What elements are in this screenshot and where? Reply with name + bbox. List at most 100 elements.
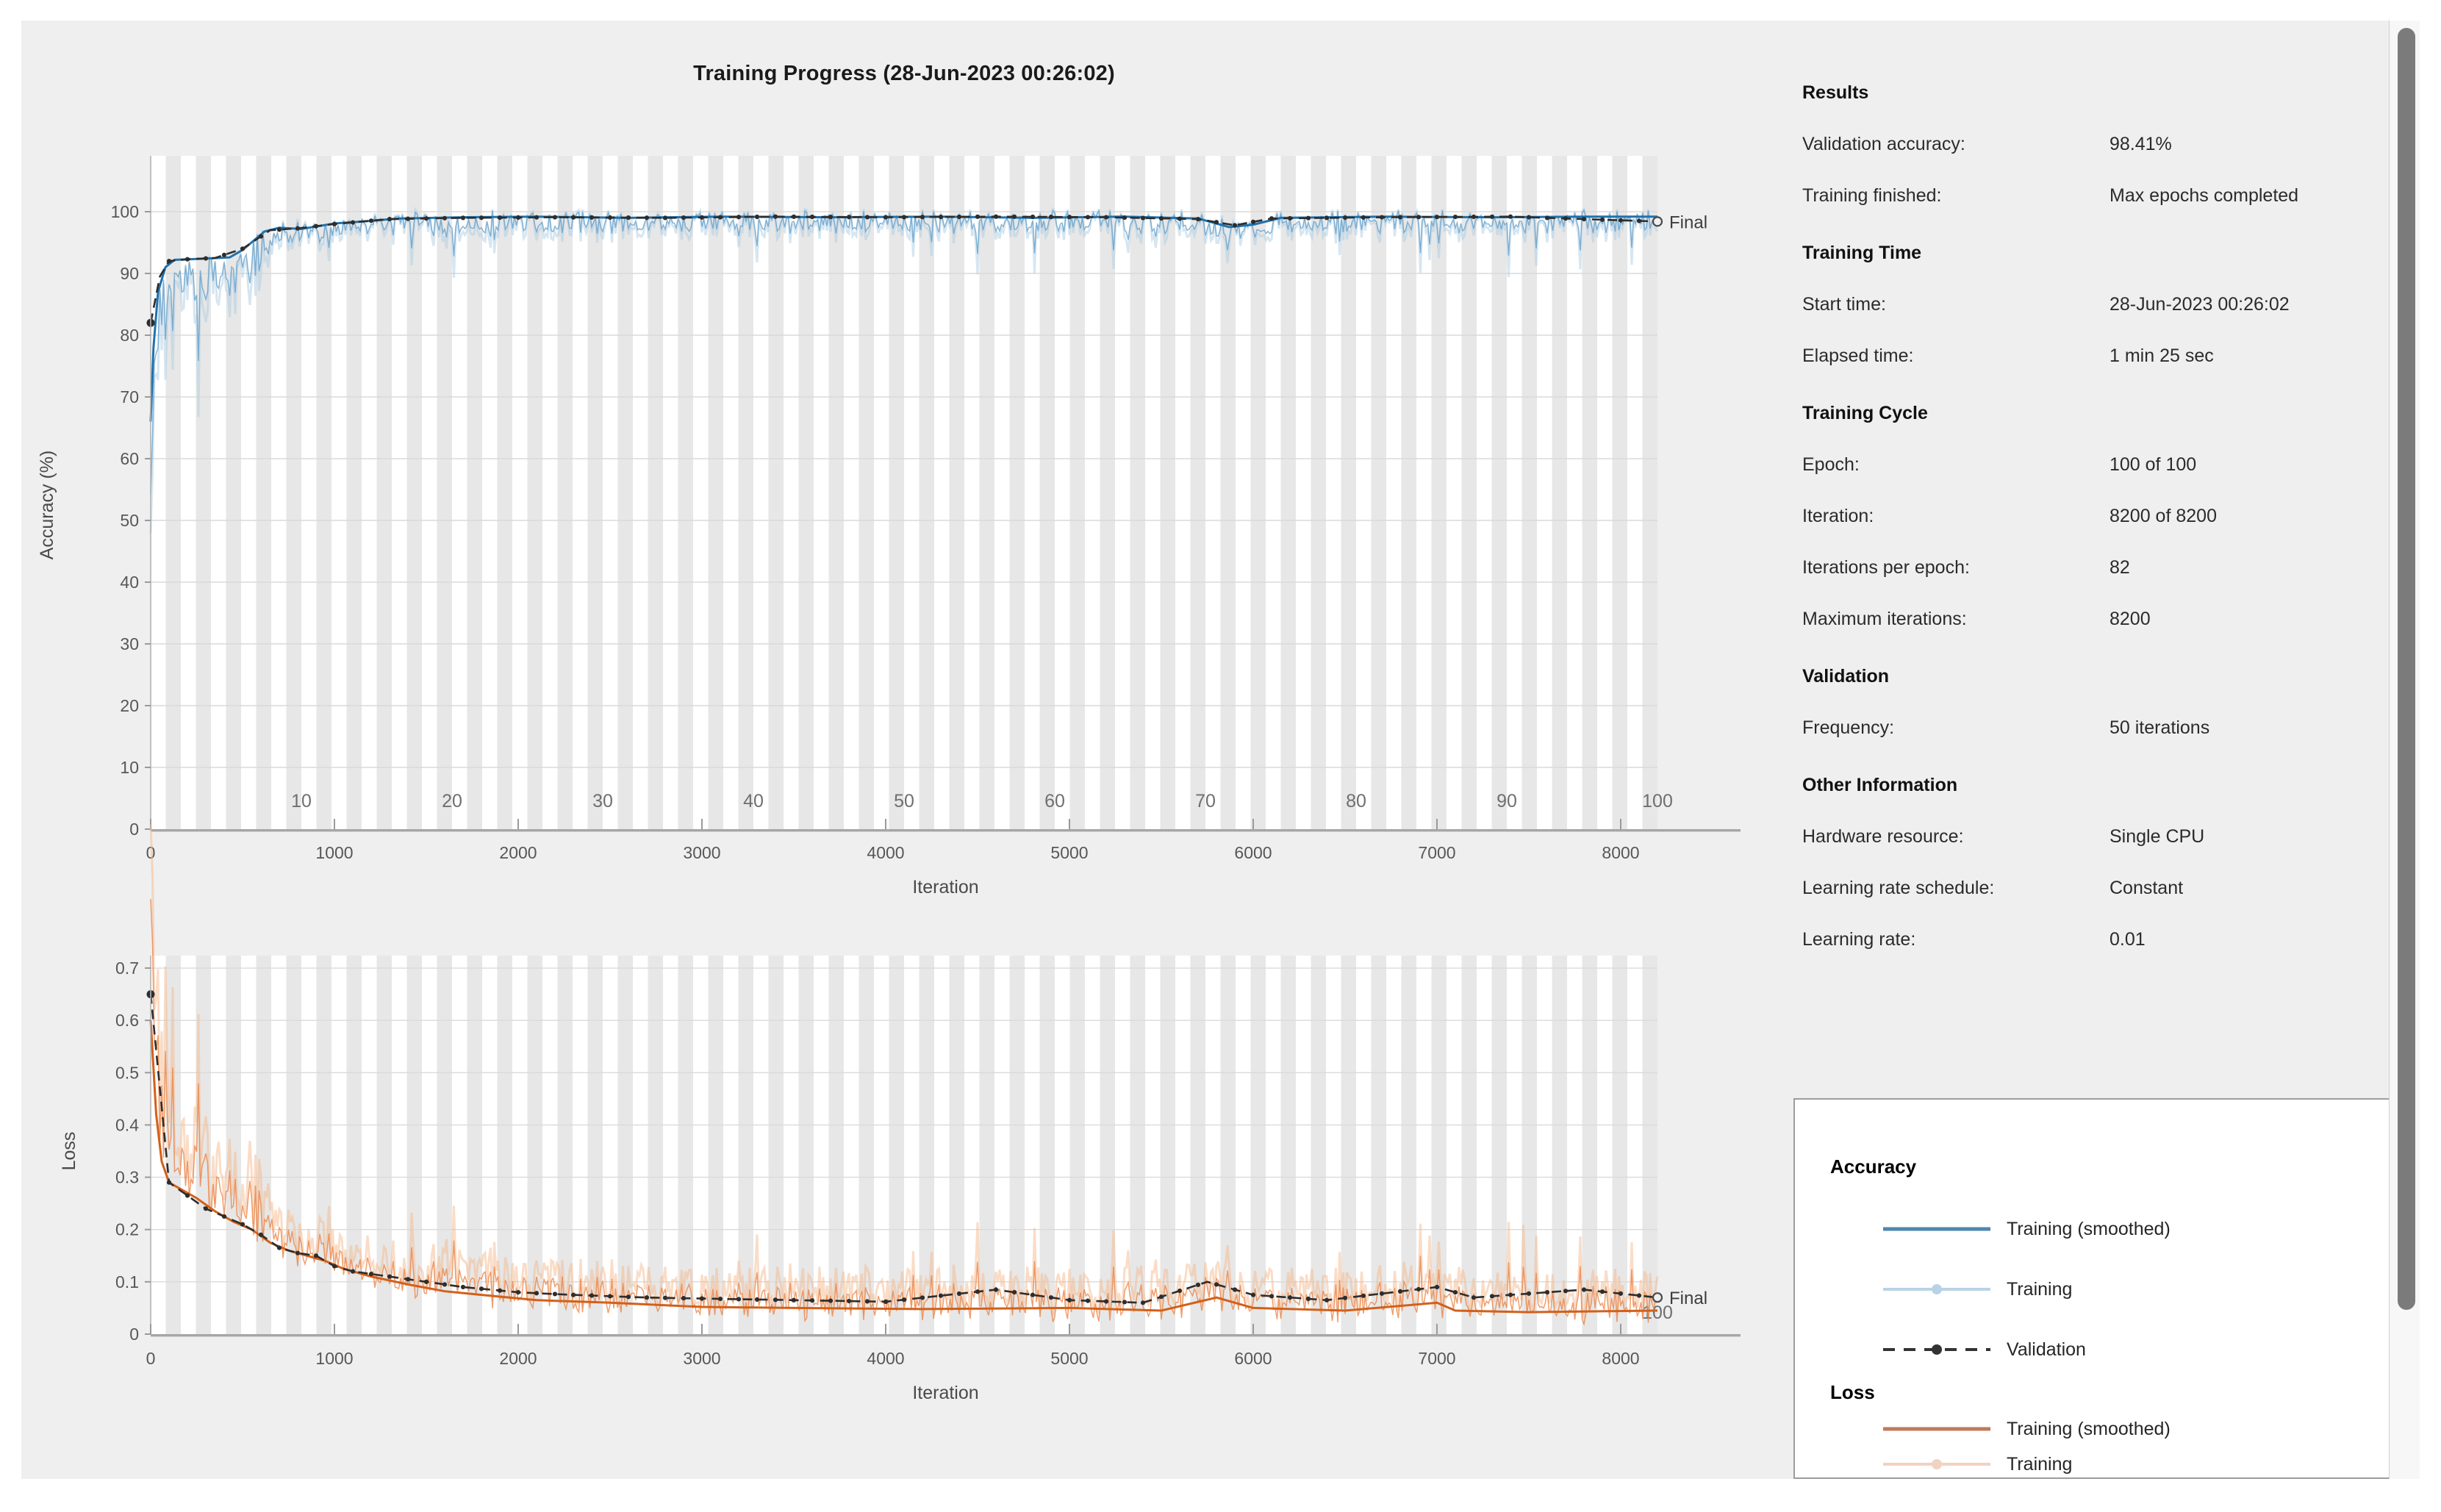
validation-marker <box>626 1294 631 1299</box>
validation-marker <box>1490 1294 1494 1298</box>
info-row-value: 28-Jun-2023 00:26:02 <box>2110 292 2290 317</box>
validation-marker <box>1361 215 1366 220</box>
info-row-value: 8200 <box>2110 606 2151 631</box>
validation-marker <box>369 218 373 223</box>
epoch-stripe <box>1582 156 1598 829</box>
y-tick-label: 0.7 <box>115 959 139 978</box>
info-row-label: Hardware resource: <box>1802 824 1964 849</box>
validation-marker <box>1453 215 1458 219</box>
x-tick-label: 8000 <box>1602 843 1639 862</box>
validation-marker <box>534 215 539 220</box>
validation-marker <box>1049 1295 1053 1300</box>
scrollbar-thumb[interactable] <box>2398 28 2415 1310</box>
epoch-stripe <box>1040 156 1055 829</box>
acc-raw-swatch-graphic <box>1882 1280 1992 1298</box>
validation-marker <box>957 1291 961 1296</box>
epoch-stripe <box>1643 156 1658 829</box>
legend: AccuracyTraining (smoothed)TrainingValid… <box>1793 1098 2390 1479</box>
validation-marker <box>1122 1300 1127 1304</box>
final-marker-label: Final <box>1669 1289 1707 1308</box>
validation-marker <box>204 1206 208 1211</box>
x-tick-label: 6000 <box>1234 1349 1272 1368</box>
validation-marker <box>1380 1291 1384 1296</box>
x-tick-label: 1000 <box>315 843 353 862</box>
validation-marker <box>1306 1297 1311 1301</box>
validation-marker <box>1472 1295 1476 1300</box>
validation-marker <box>259 1233 263 1237</box>
y-tick-label: 100 <box>111 202 139 221</box>
validation-marker <box>773 1297 778 1302</box>
validation-marker <box>222 253 226 257</box>
validation-marker <box>589 215 594 220</box>
x-axis-label: Iteration <box>912 1383 978 1403</box>
validation-marker <box>681 1296 686 1300</box>
info-row-value: 82 <box>2110 555 2130 580</box>
epoch-stripe <box>739 156 754 829</box>
loss-raw-legend-swatch <box>1882 1455 1992 1473</box>
info-row-label: Elapsed time: <box>1802 343 1913 368</box>
epoch-stripe <box>257 956 272 1334</box>
validation-marker <box>314 224 318 229</box>
validation-marker <box>608 215 612 220</box>
validation-marker <box>1196 1283 1200 1287</box>
info-row-label: Maximum iterations: <box>1802 606 1967 631</box>
validation-marker <box>424 216 429 221</box>
validation-marker <box>1086 1299 1090 1303</box>
validation-marker <box>1343 215 1347 220</box>
validation-marker <box>939 215 943 219</box>
validation-marker <box>994 1287 998 1291</box>
validation-marker <box>1122 215 1127 220</box>
epoch-stripe <box>437 156 453 829</box>
validation-marker <box>185 257 190 262</box>
validation-marker <box>571 215 576 220</box>
epoch-stripe <box>1191 956 1206 1334</box>
validation-marker <box>1251 1293 1255 1297</box>
epoch-stripe <box>1372 156 1387 829</box>
validation-marker <box>1435 1285 1439 1289</box>
y-tick-label: 70 <box>120 387 139 406</box>
y-axis-label: Loss <box>59 1132 79 1171</box>
validation-marker <box>1453 1290 1458 1294</box>
validation-marker <box>553 1291 557 1296</box>
x-tick-label: 4000 <box>867 843 904 862</box>
info-row-value: 100 of 100 <box>2110 452 2196 477</box>
validation-marker <box>1141 215 1145 220</box>
validation-marker <box>1214 220 1219 224</box>
validation-marker <box>810 1298 814 1303</box>
y-tick-label: 0.1 <box>115 1272 139 1291</box>
info-row-label: Iteration: <box>1802 504 1874 529</box>
epoch-label: 30 <box>592 791 613 811</box>
validation-marker <box>920 215 925 219</box>
validation-marker <box>1030 215 1035 219</box>
validation-marker <box>1288 216 1292 221</box>
validation-marker <box>847 1299 851 1303</box>
final-marker <box>1653 217 1662 226</box>
validation-marker <box>442 1282 447 1286</box>
legend-item-label: Training <box>2007 1278 2072 1301</box>
validation-marker <box>351 220 355 224</box>
validation-marker <box>1325 215 1329 220</box>
x-axis-line <box>151 829 1741 831</box>
info-section-header: Other Information <box>1802 773 1957 798</box>
validation-marker <box>516 1290 520 1294</box>
validation-marker <box>1600 1289 1605 1294</box>
validation-marker <box>498 1289 502 1293</box>
validation-marker <box>277 1246 282 1250</box>
validation-marker <box>847 215 851 219</box>
validation-marker <box>1233 223 1237 227</box>
epoch-label: 20 <box>442 791 462 811</box>
validation-marker <box>1619 218 1623 223</box>
validation-marker <box>1104 215 1108 219</box>
x-tick-label: 7000 <box>1418 1349 1455 1368</box>
epoch-stripe <box>769 156 784 829</box>
y-tick-label: 50 <box>120 511 139 530</box>
validation-marker <box>1545 215 1549 220</box>
info-row-label: Learning rate: <box>1802 927 1915 952</box>
validation-marker <box>975 215 980 219</box>
validation-marker <box>1251 220 1255 224</box>
validation-marker <box>204 256 208 260</box>
info-row-value: 98.41% <box>2110 132 2172 157</box>
epoch-label: 90 <box>1496 791 1517 811</box>
validation-marker <box>700 1297 704 1301</box>
validation-marker <box>1067 215 1072 219</box>
